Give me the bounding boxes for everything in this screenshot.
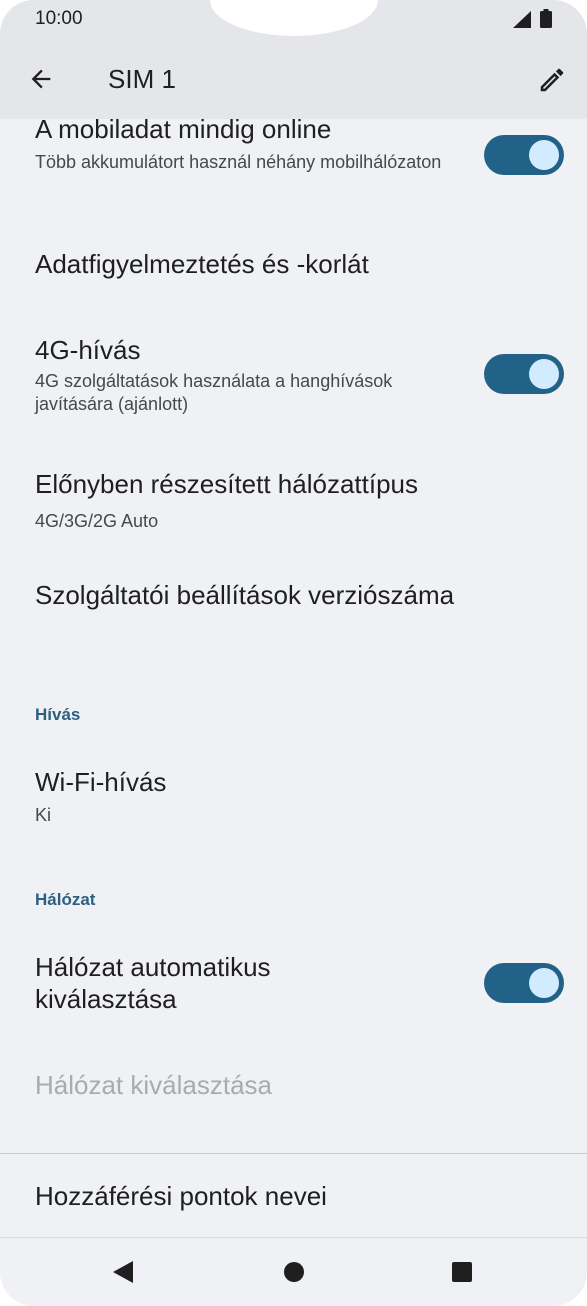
square-recents-icon bbox=[452, 1262, 472, 1282]
setting-title: A mobiladat mindig online bbox=[35, 119, 332, 144]
signal-icon bbox=[513, 11, 531, 28]
battery-icon bbox=[540, 9, 552, 28]
section-header-network: Hálózat bbox=[35, 890, 96, 909]
always-online-toggle[interactable] bbox=[484, 135, 564, 175]
setting-always-online[interactable]: A mobiladat mindig online Több akkumulát… bbox=[0, 119, 587, 214]
triangle-back-icon bbox=[113, 1261, 133, 1283]
setting-preferred-network[interactable]: Előnyben részesített hálózattípus 4G/3G/… bbox=[0, 424, 587, 534]
pencil-icon bbox=[540, 68, 564, 92]
navigation-bar bbox=[0, 1237, 587, 1306]
edit-button[interactable] bbox=[532, 60, 572, 100]
page-title: SIM 1 bbox=[108, 64, 176, 94]
setting-title: Hálózat kiválasztása bbox=[35, 1070, 272, 1100]
toggle-knob bbox=[529, 359, 559, 389]
setting-title: Wi-Fi-hívás bbox=[35, 767, 167, 797]
setting-summary: Több akkumulátort használ néhány mobilhá… bbox=[35, 152, 442, 172]
arrow-back-icon bbox=[31, 69, 51, 89]
nav-back-button[interactable] bbox=[101, 1250, 145, 1294]
app-toolbar: SIM 1 bbox=[0, 40, 587, 119]
circle-home-icon bbox=[284, 1262, 304, 1282]
nav-home-button[interactable] bbox=[272, 1250, 316, 1294]
4g-calling-toggle[interactable] bbox=[484, 354, 564, 394]
setting-summary: Ki bbox=[35, 805, 52, 825]
setting-title: Előnyben részesített hálózattípus bbox=[35, 469, 419, 499]
toggle-knob bbox=[529, 140, 559, 170]
setting-title: Adatfigyelmeztetés és -korlát bbox=[35, 249, 369, 279]
nav-recents-button[interactable] bbox=[440, 1250, 484, 1294]
setting-title: Hálózat automatikus kiválasztása bbox=[35, 952, 271, 1014]
settings-list[interactable]: A mobiladat mindig online Több akkumulát… bbox=[0, 119, 587, 1237]
setting-title: 4G-hívás bbox=[35, 335, 141, 365]
phone-screen: 10:00 SIM 1 A mobiladat mindig online Tö… bbox=[0, 0, 587, 1306]
setting-auto-network[interactable]: Hálózat automatikus kiválasztása bbox=[0, 929, 587, 1049]
setting-title: Szolgáltatói beállítások verziószáma bbox=[35, 580, 455, 610]
setting-carrier-version[interactable]: Szolgáltatói beállítások verziószáma bbox=[0, 534, 587, 634]
setting-wifi-calling[interactable]: Wi-Fi-hívás Ki bbox=[0, 739, 587, 849]
status-bar: 10:00 bbox=[0, 0, 587, 40]
setting-summary: 4G/3G/2G Auto bbox=[35, 511, 159, 531]
setting-4g-calling[interactable]: 4G-hívás 4G szolgáltatások használata a … bbox=[0, 314, 587, 424]
setting-choose-network: Hálózat kiválasztása bbox=[0, 1049, 587, 1149]
status-time: 10:00 bbox=[35, 8, 83, 29]
setting-data-warning[interactable]: Adatfigyelmeztetés és -korlát bbox=[0, 214, 587, 314]
camera-notch bbox=[210, 0, 378, 36]
setting-summary: 4G szolgáltatások használata a hanghívás… bbox=[35, 371, 393, 414]
section-header-calling: Hívás bbox=[35, 705, 81, 724]
setting-apn[interactable]: Hozzáférési pontok nevei bbox=[0, 1154, 587, 1237]
auto-network-toggle[interactable] bbox=[484, 963, 564, 1003]
back-button[interactable] bbox=[22, 60, 60, 98]
toggle-knob bbox=[529, 968, 559, 998]
setting-title: Hozzáférési pontok nevei bbox=[35, 1181, 327, 1211]
